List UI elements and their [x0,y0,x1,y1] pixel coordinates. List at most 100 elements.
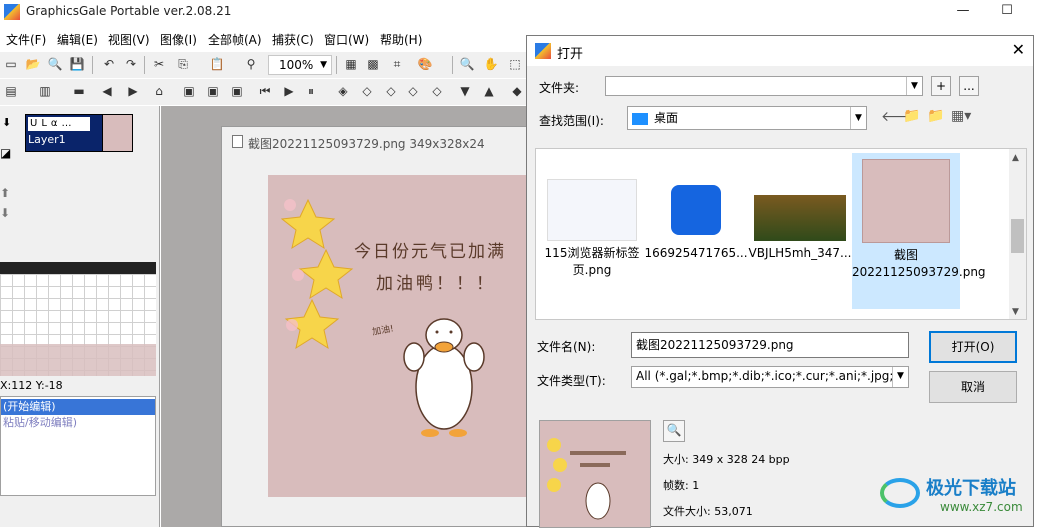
scroll-down-icon[interactable]: ▼ [1012,307,1019,317]
file-item[interactable]: 166925471765... [642,179,750,262]
scroll-up-icon[interactable]: ▲ [1012,153,1019,163]
arrow-up-icon[interactable]: ⬆ [0,186,10,200]
paste-icon[interactable]: 📋 [208,55,226,73]
cursor-coords: X:112 Y:-18 [0,379,63,392]
history-item[interactable]: 粘贴/移动编辑) [1,415,155,431]
add-folder-button[interactable]: + [931,76,951,96]
erase-icon[interactable]: ◆ [508,82,526,100]
app-titlebar: GraphicsGale Portable ver.2.08.21 — ☐ [0,0,1042,24]
hand-icon[interactable]: ✋ [482,55,500,73]
magnifier-icon[interactable]: 🔍 [458,55,476,73]
view-menu-icon[interactable]: ▦▾ [951,108,971,124]
crop-icon[interactable]: ⚲ [242,55,260,73]
layer-tool-icon[interactable]: ▤ [2,82,20,100]
move-down-icon[interactable]: ▼ [456,82,474,100]
bucket-icon[interactable]: ◪ [0,146,11,160]
chevron-down-icon[interactable]: ▼ [850,107,866,129]
app-icon [4,4,20,20]
arrow-down-icon[interactable]: ⬇ [0,206,10,220]
layer-dup-icon[interactable]: ◇ [404,82,422,100]
folder-combo[interactable]: ▼ [605,76,923,96]
cut-icon[interactable]: ✂ [150,55,168,73]
zoom-select[interactable]: 100% ▼ [268,55,332,75]
file-list-scrollbar[interactable]: ▲ ▼ [1009,149,1026,319]
lookin-label: 查找范围(I): [539,114,604,128]
prev-frame-icon[interactable]: ◀ [98,82,116,100]
info-filesize: 文件大小: 53,071 [663,505,753,518]
menu-capture[interactable]: 捕获(C) [272,31,314,48]
preview-star [547,438,561,452]
open-folder-icon[interactable]: 📂 [24,55,42,73]
up-folder-icon[interactable]: 📁 [903,108,920,124]
file-item[interactable]: VBJLH5mh_347... [746,179,854,262]
frames-copy-icon[interactable]: ▣ [204,82,222,100]
pause-icon[interactable]: ⏸ [302,82,320,100]
layer-flags[interactable]: ULα… [28,117,90,131]
minimize-button[interactable]: — [948,1,978,21]
preview-zoom-icon[interactable]: 🔍 [663,420,685,442]
desktop-icon [632,112,648,125]
palette-grid[interactable] [0,262,156,376]
dialog-title: 打开 [557,47,584,62]
grid-icon[interactable]: ▦ [342,55,360,73]
select-rect-icon[interactable]: ⬚ [506,55,524,73]
file-thumbnail [754,195,846,241]
open-button[interactable]: 打开(O) [929,331,1017,363]
menu-file[interactable]: 文件(F) [6,31,46,48]
filename-input[interactable]: 截图20221125093729.png [631,332,909,358]
layer-merge-icon[interactable]: ◇ [358,82,376,100]
undo-icon[interactable]: ↶ [100,55,118,73]
film-icon[interactable]: ▬ [70,82,88,100]
next-frame-icon[interactable]: ▶ [124,82,142,100]
file-item-selected[interactable]: 截图20221125093729.png [852,153,986,309]
layer-prop-icon[interactable]: ◇ [428,82,446,100]
frames-icon[interactable]: ▣ [180,82,198,100]
copy-icon[interactable]: ⎘ [174,55,192,73]
layer-down-icon[interactable]: ⬇ [2,116,11,129]
menu-window[interactable]: 窗口(W) [324,31,369,48]
layer-delete-icon[interactable]: ◇ [382,82,400,100]
chevron-down-icon[interactable]: ▼ [892,367,908,387]
redo-icon[interactable]: ↷ [122,55,140,73]
file-name: 166925471765... [644,246,748,260]
file-thumbnail [671,185,721,235]
search-icon[interactable]: 🔍 [46,55,64,73]
layer-item[interactable]: ULα… Layer1 [25,114,133,152]
selection-grid-icon[interactable]: ⌗ [388,55,406,73]
frame-tool-icon[interactable]: ▥ [36,82,54,100]
scrollbar-thumb[interactable] [1011,219,1024,253]
file-name: 115浏览器新标签页.png [544,246,640,277]
new-file-icon[interactable]: ▭ [2,55,20,73]
layer-name: Layer1 [28,133,66,146]
maximize-button[interactable]: ☐ [992,1,1022,21]
history-item[interactable]: (开始编辑) [1,399,155,415]
layer-add-icon[interactable]: ◈ [334,82,352,100]
save-icon[interactable]: 💾 [68,55,86,73]
palette-icon[interactable]: 🎨 [416,55,434,73]
preview-star [547,478,561,492]
menu-image[interactable]: 图像(I) [160,31,197,48]
cancel-button[interactable]: 取消 [929,371,1017,403]
app-icon [535,43,551,59]
history-list[interactable]: (开始编辑) 粘贴/移动编辑) [0,396,156,496]
file-list[interactable]: 115浏览器新标签页.png 166925471765... VBJLH5mh_… [535,148,1027,320]
filetype-combo[interactable]: All (*.gal;*.bmp;*.dib;*.ico;*.cur;*.ani… [631,366,909,388]
menu-help[interactable]: 帮助(H) [380,31,422,48]
file-name: VBJLH5mh_347... [748,246,852,260]
menu-view[interactable]: 视图(V) [108,31,150,48]
frames-paste-icon[interactable]: ▣ [228,82,246,100]
house-icon[interactable]: ⌂ [150,82,168,100]
file-item[interactable]: 115浏览器新标签页.png [538,179,646,279]
menu-edit[interactable]: 编辑(E) [57,31,98,48]
close-icon[interactable]: ✕ [1012,40,1025,59]
browse-folder-button[interactable]: ... [959,76,979,96]
chevron-down-icon[interactable]: ▼ [906,77,922,95]
new-folder-icon[interactable]: 📁 [927,108,944,124]
move-up-icon[interactable]: ▲ [480,82,498,100]
play-icon[interactable]: ▶ [280,82,298,100]
lookin-combo[interactable]: 桌面 ▼ [627,106,867,130]
menu-all-frames[interactable]: 全部帧(A) [208,31,262,48]
image-canvas[interactable]: 今日份元气已加满 加油鸭！！！ 加油! [268,175,532,497]
fine-grid-icon[interactable]: ▩ [364,55,382,73]
first-frame-icon[interactable]: ⏮ [256,82,274,100]
